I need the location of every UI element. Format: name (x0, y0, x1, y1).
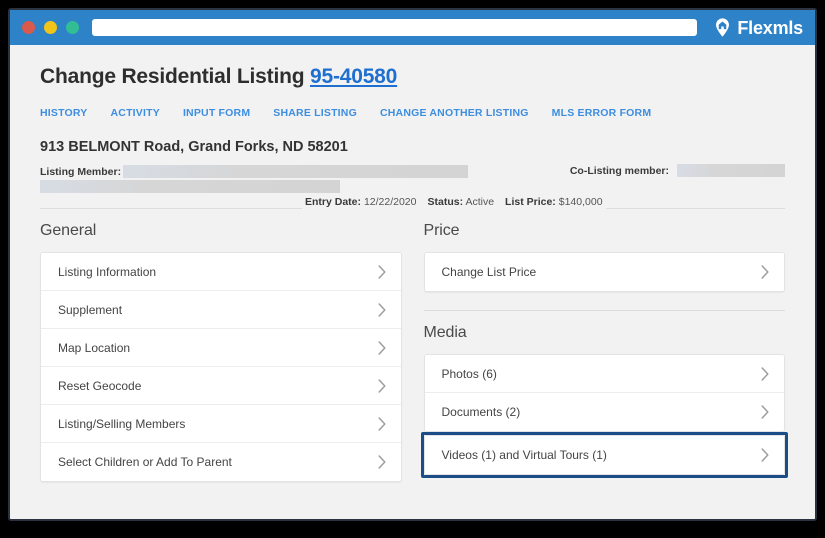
menu-item-label: Documents (2) (441, 405, 521, 419)
list-price-fact: List Price: $140,000 (505, 196, 603, 208)
section-title-general: General (40, 222, 97, 239)
menu-item-label: Photos (6) (441, 366, 497, 381)
menu-item-label: Map Location (58, 340, 131, 355)
chevron-right-icon (377, 378, 386, 393)
menu-item-label: Listing Information (58, 264, 157, 279)
nav-link-mls-error-form[interactable]: MLS ERROR FORM (552, 107, 652, 119)
colisting-member-label: Co-Listing member: (569, 164, 671, 177)
listing-meta-block: Listing Member: Co-Listing member: Entry… (40, 164, 785, 209)
section-title-price: Price (423, 222, 460, 239)
listing-member-overflow-redacted (40, 180, 340, 193)
section-general: General Listing Information Supplement M… (40, 208, 402, 482)
listing-meta-row-primary: Listing Member: Co-Listing member: (40, 164, 785, 179)
section-divider (423, 310, 785, 311)
menu-item-label: Change List Price (441, 265, 537, 279)
menu-item-label: Videos (1) and Virtual Tours (1) (441, 448, 607, 462)
nav-link-share-listing[interactable]: SHARE LISTING (273, 107, 357, 119)
listing-member-label: Listing Member: (40, 165, 124, 178)
list-price-value: $140,000 (558, 195, 603, 208)
chevron-right-icon (761, 448, 769, 462)
chevron-right-icon (761, 366, 769, 381)
menu-item-label: Reset Geocode (58, 378, 142, 393)
browser-window: Flexmls Change Residential Listing 95-40… (8, 8, 817, 521)
listing-meta-row-secondary: Entry Date: 12/22/2020 Status: Active Li… (40, 179, 785, 209)
status-label: Status: (427, 195, 464, 208)
page-content: Change Residential Listing 95-40580 HIST… (10, 45, 815, 519)
general-card-list: Listing Information Supplement Map Locat… (40, 252, 402, 482)
section-media: Media Photos (6) Documents (2) Videos (1… (420, 310, 788, 478)
menu-item-label: Select Children or Add To Parent (58, 455, 232, 469)
screenshot-root: Flexmls Change Residential Listing 95-40… (0, 0, 825, 538)
menu-item-label: Supplement (58, 302, 123, 317)
section-price: Price Change List Price (423, 208, 785, 292)
status-value: Active (465, 195, 495, 208)
menu-item-photos[interactable]: Photos (6) (424, 355, 784, 393)
chevron-right-icon (377, 416, 386, 431)
home-pin-icon (716, 18, 730, 37)
chevron-right-icon (761, 405, 769, 419)
entry-date-fact: Entry Date: 12/22/2020 (305, 196, 417, 208)
menu-item-supplement[interactable]: Supplement (41, 291, 401, 329)
browser-titlebar: Flexmls (10, 10, 815, 45)
menu-item-map-location[interactable]: Map Location (41, 329, 401, 367)
nav-link-change-another-listing[interactable]: CHANGE ANOTHER LISTING (380, 107, 529, 119)
colisting-member-value-redacted (677, 164, 785, 177)
media-card-highlighted: Videos (1) and Virtual Tours (1) (423, 435, 785, 475)
close-window-button[interactable] (22, 21, 35, 34)
menu-item-select-children-or-add-to-parent[interactable]: Select Children or Add To Parent (41, 443, 401, 481)
listing-number-link[interactable]: 95-40580 (310, 65, 397, 88)
flexmls-brand: Flexmls (712, 17, 805, 38)
menu-item-reset-geocode[interactable]: Reset Geocode (41, 367, 401, 405)
menu-item-listing-selling-members[interactable]: Listing/Selling Members (41, 405, 401, 443)
status-fact: Status: Active (428, 196, 495, 208)
left-column: General Listing Information Supplement M… (40, 208, 402, 482)
secondary-nav: HISTORY ACTIVITY INPUT FORM SHARE LISTIN… (40, 107, 785, 121)
media-card-upper: Photos (6) Documents (2) (423, 354, 785, 432)
nav-link-history[interactable]: HISTORY (40, 107, 88, 119)
chevron-right-icon (377, 455, 386, 469)
sections-columns: General Listing Information Supplement M… (40, 208, 788, 482)
maximize-window-button[interactable] (66, 21, 79, 34)
address-bar-input[interactable] (92, 19, 698, 36)
chevron-right-icon (377, 340, 386, 355)
listing-member-value-redacted (123, 165, 469, 178)
entry-date-value: 12/22/2020 (363, 195, 417, 208)
right-column: Price Change List Price Media Photos (6)… (420, 208, 788, 482)
chevron-right-icon (377, 264, 386, 279)
nav-link-input-form[interactable]: INPUT FORM (183, 107, 250, 119)
nav-link-activity[interactable]: ACTIVITY (111, 107, 160, 119)
minimize-window-button[interactable] (44, 21, 57, 34)
menu-item-documents[interactable]: Documents (2) (424, 393, 784, 431)
list-price-label: List Price: (505, 195, 556, 208)
price-card-list: Change List Price (423, 252, 785, 292)
entry-date-label: Entry Date: (305, 195, 362, 208)
media-card-list: Photos (6) Documents (2) Videos (1) and … (420, 354, 788, 478)
menu-item-videos-and-virtual-tours[interactable]: Videos (1) and Virtual Tours (1) (424, 436, 784, 474)
menu-item-listing-information[interactable]: Listing Information (41, 253, 401, 291)
highlighted-selection-outline: Videos (1) and Virtual Tours (1) (420, 432, 788, 478)
chevron-right-icon (377, 302, 386, 317)
page-title: Change Residential Listing 95-40580 (40, 45, 785, 89)
listing-facts: Entry Date: 12/22/2020 Status: Active Li… (302, 194, 606, 209)
page-title-text: Change Residential Listing (40, 65, 305, 88)
menu-item-label: Listing/Selling Members (58, 416, 186, 431)
menu-item-change-list-price[interactable]: Change List Price (424, 253, 784, 291)
section-title-media: Media (423, 324, 467, 341)
chevron-right-icon (761, 265, 769, 279)
brand-name-label: Flexmls (737, 17, 803, 38)
colisting-member-group: Co-Listing member: (569, 164, 785, 177)
listing-address: 913 BELMONT Road, Grand Forks, ND 58201 (40, 139, 348, 155)
